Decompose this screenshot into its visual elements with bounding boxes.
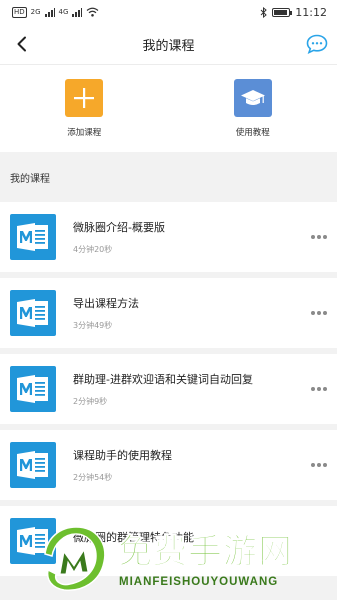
more-options-button[interactable] (311, 459, 327, 471)
word-doc-icon (10, 442, 56, 488)
add-course-button[interactable]: 添加课程 (0, 65, 169, 152)
more-dot-icon (323, 311, 327, 315)
course-duration: 3分钟49秒 (73, 321, 113, 330)
word-doc-icon (10, 518, 56, 564)
status-time: 11:12 (295, 5, 327, 19)
bluetooth-icon (260, 6, 268, 18)
course-title: 微脉圈的群管理特色功能 (73, 530, 194, 544)
more-dot-icon (323, 463, 327, 467)
course-item[interactable]: 群助理-进群欢迎语和关键词自动回复 2分钟9秒 (0, 354, 337, 424)
section-title: 我的课程 (10, 174, 50, 185)
signal-icon (72, 7, 83, 17)
course-text: 微脉圈的群管理特色功能 (73, 529, 194, 554)
more-dot-icon (317, 311, 321, 315)
more-options-button[interactable] (311, 231, 327, 243)
word-doc-icon (10, 214, 56, 260)
course-item[interactable]: 课程助手的使用教程 2分钟54秒 (0, 430, 337, 500)
more-dot-icon (317, 463, 321, 467)
chevron-left-icon (17, 36, 26, 52)
course-item[interactable]: 导出课程方法 3分钟49秒 (0, 278, 337, 348)
word-doc-icon (10, 290, 56, 336)
course-title: 微脉圈介绍-概要版 (73, 221, 165, 234)
tutorial-button[interactable]: 使用教程 (169, 65, 337, 152)
course-text: 群助理-进群欢迎语和关键词自动回复 2分钟9秒 (73, 371, 253, 407)
more-dot-icon (311, 387, 315, 391)
navigation-bar: 我的课程 (0, 24, 337, 64)
course-duration: 2分钟9秒 (73, 397, 108, 406)
more-options-button[interactable] (311, 383, 327, 395)
course-title: 课程助手的使用教程 (73, 449, 172, 462)
tutorial-label: 使用教程 (235, 128, 270, 138)
more-dot-icon (311, 235, 315, 239)
word-doc-icon (10, 366, 56, 412)
course-text: 微脉圈介绍-概要版 4分钟20秒 (73, 219, 165, 255)
quick-actions: 添加课程 使用教程 (0, 64, 337, 152)
status-left: HD 2G 4G (12, 6, 99, 18)
chat-bubble-icon (306, 34, 328, 54)
status-right: 11:12 (260, 6, 327, 19)
add-course-label: 添加课程 (67, 128, 102, 138)
status-bar: HD 2G 4G 11:12 (0, 0, 337, 24)
course-item[interactable]: 微脉圈介绍-概要版 4分钟20秒 (0, 202, 337, 272)
graduation-cap-icon (240, 90, 265, 105)
course-item[interactable]: 微脉圈的群管理特色功能 (0, 506, 337, 576)
add-course-icon-tile (65, 79, 104, 117)
more-dot-icon (311, 311, 315, 315)
course-title: 群助理-进群欢迎语和关键词自动回复 (73, 373, 253, 386)
back-button[interactable] (10, 32, 34, 56)
more-options-button[interactable] (311, 307, 327, 319)
watermark-text-en: MIANFEISHOUYOUWANG (119, 576, 279, 588)
wifi-icon (87, 7, 99, 17)
more-dot-icon (311, 463, 315, 467)
signal-icon (44, 7, 55, 17)
signal-4g-label: 4G (58, 8, 69, 16)
tutorial-icon-tile (233, 79, 272, 117)
battery-icon (272, 7, 293, 17)
more-dot-icon (317, 387, 321, 391)
chat-button[interactable] (305, 32, 329, 56)
course-text: 课程助手的使用教程 2分钟54秒 (73, 447, 172, 483)
more-dot-icon (323, 387, 327, 391)
course-duration: 2分钟54秒 (73, 473, 113, 482)
signal-2g-label: 2G (30, 8, 41, 16)
course-text: 导出课程方法 3分钟49秒 (73, 295, 139, 331)
plus-icon (74, 88, 95, 108)
course-title: 导出课程方法 (73, 297, 139, 310)
more-dot-icon (317, 235, 321, 239)
hd-badge: HD (12, 6, 27, 18)
course-duration: 4分钟20秒 (73, 245, 113, 254)
page-title: 我的课程 (142, 38, 195, 54)
more-dot-icon (323, 235, 327, 239)
